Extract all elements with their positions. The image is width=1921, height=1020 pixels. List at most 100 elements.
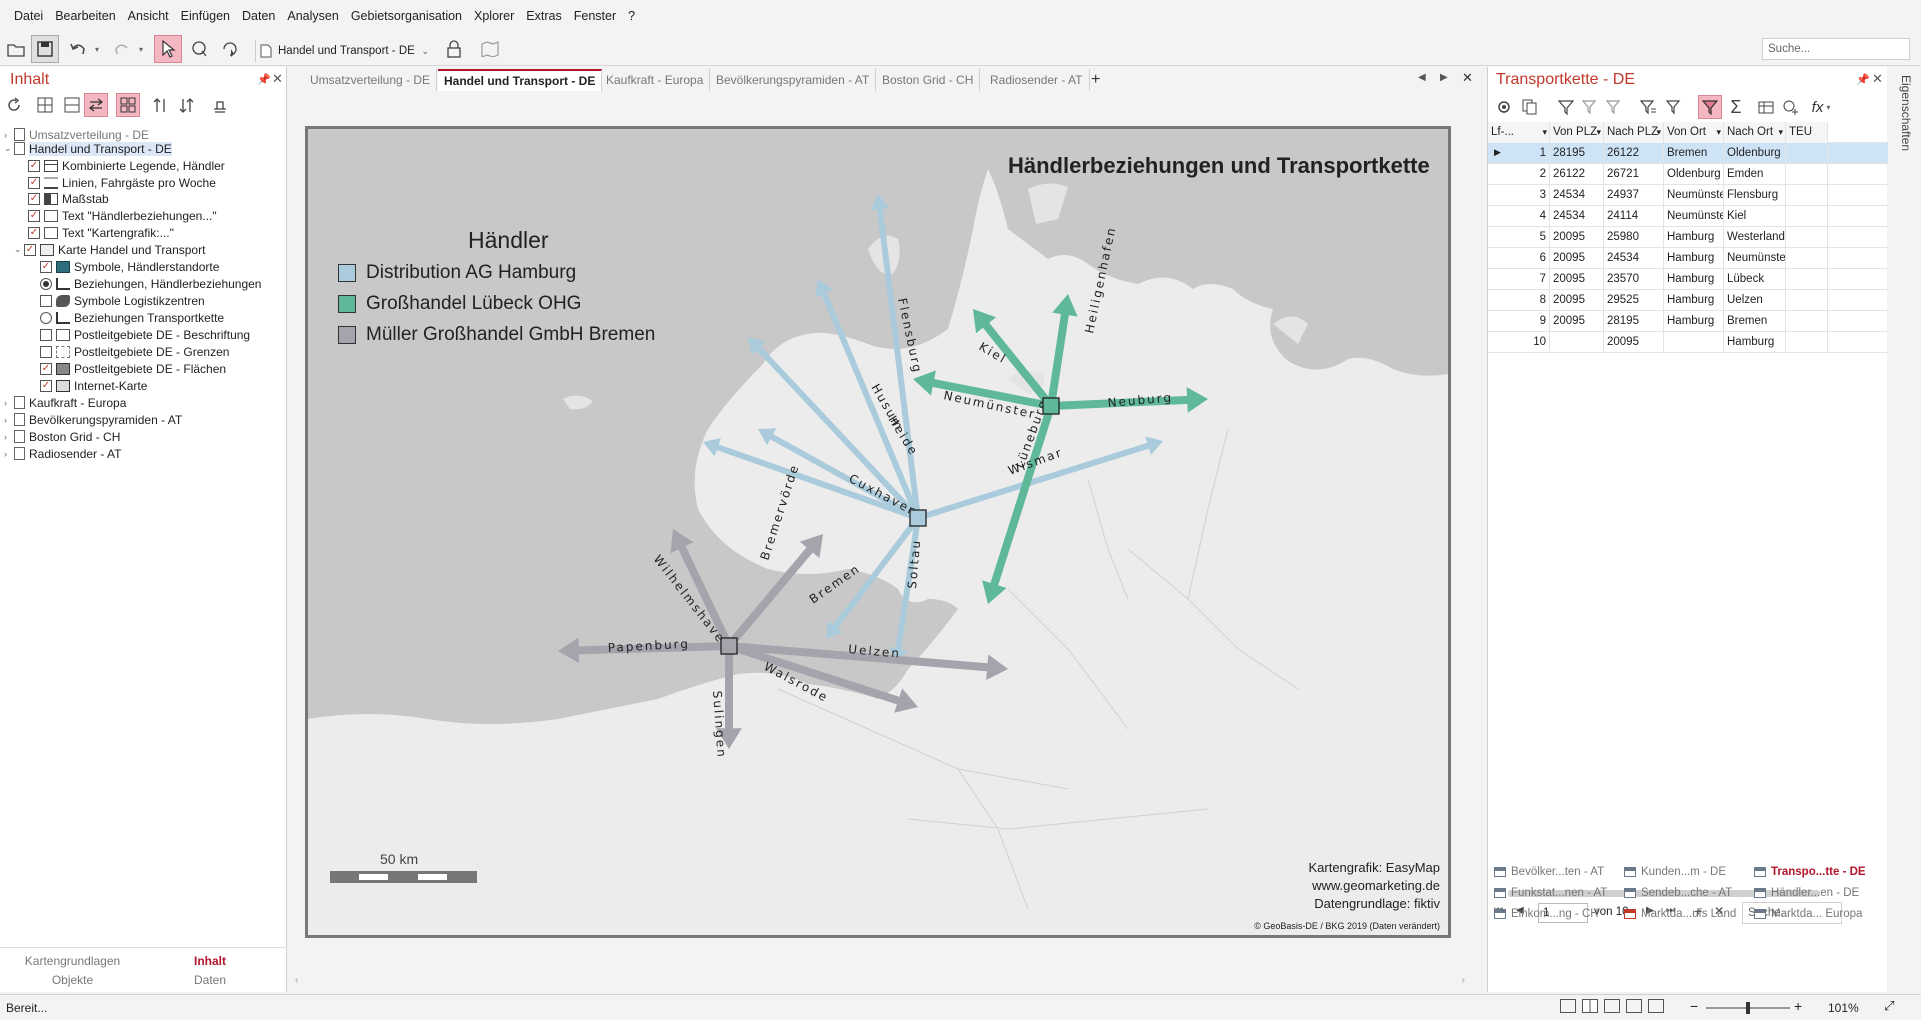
chevron-right-icon[interactable]: › (4, 449, 14, 459)
table-cell[interactable]: Hamburg (1664, 248, 1724, 269)
chevron-down-icon[interactable]: ⌄ (14, 244, 24, 255)
data-sheet-tab[interactable]: Marktda... Europa (1754, 904, 1862, 924)
table-cell[interactable]: 6 (1488, 248, 1550, 269)
table-cell[interactable]: 7 (1488, 269, 1550, 290)
add-calc-button[interactable] (1778, 95, 1802, 119)
tab-handel-und-transport[interactable]: Handel und Transport - DE (438, 69, 603, 91)
table-cell[interactable] (1786, 206, 1828, 227)
column-filter-icon[interactable]: ▾ (1716, 122, 1721, 143)
copy-button[interactable] (1518, 95, 1542, 119)
scroll-right-icon[interactable]: › (1462, 975, 1465, 986)
layer-tree-item[interactable]: ⌄ Handel und Transport - DE (4, 140, 172, 157)
scroll-tabs-right-icon[interactable]: ▶ (1440, 72, 1448, 83)
table-cell[interactable]: 24534 (1604, 248, 1664, 269)
table-cell[interactable]: Neumünster (1664, 185, 1724, 206)
table-row[interactable]: 6 20095 24534 Hamburg Neumünster (1488, 248, 1888, 269)
table-cell[interactable]: 20095 (1604, 332, 1664, 353)
luebeck-dealer-symbol[interactable] (1042, 397, 1060, 415)
filter-add-button[interactable] (1578, 95, 1602, 119)
layer-tree-item[interactable]: ✓ Linien, Fahrgäste pro Woche (28, 174, 216, 191)
tab-objekte[interactable]: Objekte (10, 973, 135, 987)
table-cell[interactable]: 26122 (1550, 164, 1604, 185)
rotate-tool-button[interactable] (216, 35, 244, 63)
tab-boston-grid[interactable]: Boston Grid - CH (876, 69, 981, 91)
tab-radiosender[interactable]: Radiosender - AT (984, 69, 1090, 91)
undo-dropdown[interactable]: ▾ (90, 35, 104, 63)
layer-checkbox[interactable]: ✓ (40, 362, 52, 375)
map-canvas[interactable]: Flensburg Husum Heide Cuxhaven Bremen Soltau W… (305, 126, 1451, 938)
layer-tree-item[interactable]: ✓ Postleitgebiete DE - Flächen (40, 360, 226, 377)
table-cell[interactable] (1786, 227, 1828, 248)
column-filter-icon[interactable]: ▾ (1596, 122, 1601, 143)
table-cell[interactable]: Lübeck (1724, 269, 1786, 290)
tab-kartengrundlagen[interactable]: Kartengrundlagen (10, 954, 135, 968)
redo-dropdown[interactable]: ▾ (134, 35, 148, 63)
menu-item[interactable]: Analysen (281, 9, 344, 23)
map-horizontal-scrollbar[interactable]: ‹ › (295, 975, 1465, 989)
table-cell[interactable] (1786, 290, 1828, 311)
table-cell[interactable]: Neumünster (1664, 206, 1724, 227)
view-grid-icon[interactable] (1648, 999, 1664, 1013)
layer-checkbox[interactable] (40, 345, 52, 358)
chevron-right-icon[interactable]: › (4, 432, 14, 442)
properties-side-tab[interactable]: Eigenschaften (1891, 67, 1921, 992)
layer-tools-button[interactable] (208, 93, 232, 117)
tab-kaufkraft[interactable]: Kaufkraft - Europa (600, 69, 711, 91)
table-cell[interactable] (1786, 164, 1828, 185)
layer-tree-item[interactable]: ✓ Text "Händlerbeziehungen..." (28, 207, 217, 224)
grid-view-button[interactable] (33, 93, 57, 117)
table-cell[interactable]: Oldenburg (1724, 143, 1786, 164)
scale-bar[interactable]: 50 km (330, 851, 480, 888)
filter-dropdown-button[interactable] (1662, 95, 1686, 119)
hamburg-dealer-symbol[interactable] (909, 509, 927, 527)
layer-checkbox[interactable]: ✓ (28, 159, 40, 172)
scroll-left-icon[interactable]: ‹ (295, 975, 298, 986)
table-cell[interactable] (1786, 248, 1828, 269)
layer-checkbox[interactable] (40, 294, 52, 307)
table-cell[interactable]: 24937 (1604, 185, 1664, 206)
table-cell[interactable]: 9 (1488, 311, 1550, 332)
table-cell[interactable]: Hamburg (1664, 269, 1724, 290)
table-cell[interactable]: 26721 (1604, 164, 1664, 185)
table-cell[interactable]: 8 (1488, 290, 1550, 311)
table-row[interactable]: 8 20095 29525 Hamburg Uelzen (1488, 290, 1888, 311)
table-row[interactable]: 3 24534 24937 Neumünster Flensburg (1488, 185, 1888, 206)
layer-groups-button[interactable] (116, 93, 140, 117)
select-tool-button[interactable] (154, 35, 182, 63)
data-sheet-tab[interactable]: Marktda...ufs Land (1624, 904, 1736, 924)
data-sheet-tab[interactable]: Funkstat...nen - AT (1494, 883, 1607, 903)
filter-button[interactable] (1554, 95, 1578, 119)
tab-umsatzverteilung[interactable]: Umsatzverteilung - DE (304, 69, 438, 91)
table-cell[interactable]: 29525 (1604, 290, 1664, 311)
table-cell[interactable]: 3 (1488, 185, 1550, 206)
menu-item[interactable]: ? (622, 9, 641, 23)
table-cell[interactable]: Hamburg (1664, 290, 1724, 311)
data-sheet-tab[interactable]: Sendeb...che - AT (1624, 883, 1732, 903)
table-cell[interactable]: Oldenburg (1664, 164, 1724, 185)
layer-tree-item[interactable]: Beziehungen Transportkette (40, 309, 224, 326)
table-cell[interactable] (1786, 269, 1828, 290)
column-header[interactable]: Von PLZ ▾ (1550, 122, 1604, 143)
table-row[interactable]: 5 20095 25980 Hamburg Westerland (1488, 227, 1888, 248)
menu-item[interactable]: Einfügen (175, 9, 236, 23)
sort-descending-button[interactable] (174, 93, 198, 117)
layer-radio[interactable] (40, 277, 52, 290)
sum-button[interactable]: Σ (1724, 95, 1748, 119)
chevron-right-icon[interactable]: › (4, 398, 14, 408)
table-row[interactable]: 10 20095 Hamburg (1488, 332, 1888, 353)
save-button[interactable] (31, 35, 59, 63)
layer-tree-item[interactable]: ✓ Symbole, Händlerstandorte (40, 258, 219, 275)
layer-tree-item[interactable]: ✓ Kombinierte Legende, Händler (28, 157, 225, 174)
lock-button[interactable] (440, 35, 468, 63)
table-cell[interactable]: 24114 (1604, 206, 1664, 227)
layer-tree-item[interactable]: › Bevölkerungspyramiden - AT (4, 411, 182, 428)
table-cell[interactable] (1664, 332, 1724, 353)
view-normal-icon[interactable] (1560, 999, 1576, 1013)
table-cell[interactable]: Hamburg (1664, 311, 1724, 332)
table-row[interactable]: 9 20095 28195 Hamburg Bremen (1488, 311, 1888, 332)
tab-bevoelkerungspyramiden[interactable]: Bevölkerungspyramiden - AT (710, 69, 877, 91)
add-tab-button[interactable]: + (1085, 69, 1106, 91)
zoom-slider[interactable] (1706, 1002, 1790, 1014)
layer-checkbox[interactable]: ✓ (40, 260, 52, 273)
table-cell[interactable]: 26122 (1604, 143, 1664, 164)
